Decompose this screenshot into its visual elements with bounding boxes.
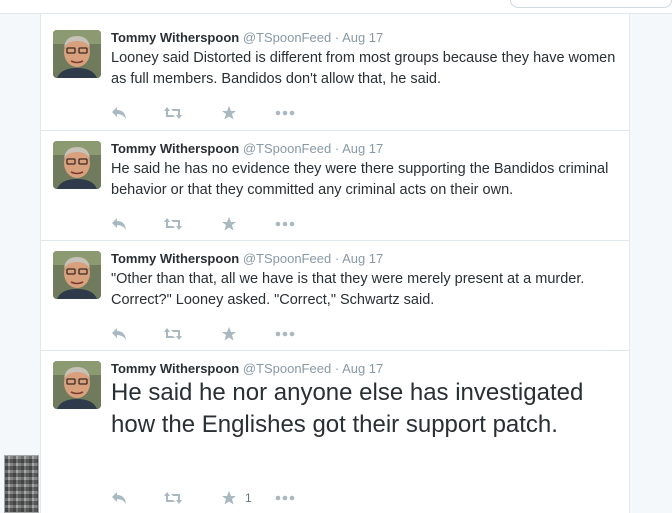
avatar[interactable] [53, 30, 101, 78]
timestamp[interactable]: Aug 17 [342, 361, 383, 376]
tweet-text: He said he has no evidence they were the… [111, 161, 609, 198]
more-button[interactable] [275, 489, 295, 507]
tweet-header: Tommy Witherspoon @TSpoonFeed · Aug 17 [111, 251, 383, 267]
reply-icon [112, 328, 126, 340]
tweet[interactable]: Tommy Witherspoon @TSpoonFeed · Aug 17 L… [41, 20, 629, 131]
favorite-button[interactable] [221, 104, 245, 122]
sidebar-thumbnail[interactable] [4, 455, 39, 513]
tweet[interactable]: Tommy Witherspoon @TSpoonFeed · Aug 17 H… [41, 351, 629, 513]
tweet-text: Looney said Distorted is different from … [111, 50, 616, 87]
author-name[interactable]: Tommy Witherspoon [111, 251, 239, 266]
more-dots-icon [275, 221, 295, 227]
author-name[interactable]: Tommy Witherspoon [111, 141, 239, 156]
author-username[interactable]: @TSpoonFeed [243, 30, 331, 45]
favorite-button[interactable] [221, 215, 245, 233]
reply-icon [112, 492, 126, 504]
retweet-icon [164, 107, 182, 119]
retweet-icon [164, 328, 182, 340]
avatar[interactable] [53, 251, 101, 299]
favorite-button[interactable] [221, 325, 245, 343]
top-bar [0, 0, 672, 14]
star-icon [222, 491, 236, 505]
retweet-button[interactable] [163, 489, 183, 507]
more-button[interactable] [275, 104, 295, 122]
avatar[interactable] [53, 361, 101, 409]
author-name[interactable]: Tommy Witherspoon [111, 361, 239, 376]
tweet-header: Tommy Witherspoon @TSpoonFeed · Aug 17 [111, 361, 383, 377]
more-dots-icon [275, 495, 295, 501]
favorite-button[interactable]: 1 [221, 489, 252, 507]
reply-button[interactable] [111, 325, 127, 343]
reply-icon [112, 218, 126, 230]
avatar-image [53, 30, 101, 78]
avatar-image [53, 361, 101, 409]
tweet-text: He said he nor anyone else has investiga… [111, 379, 584, 438]
avatar-image [53, 141, 101, 189]
separator: · [334, 361, 340, 376]
tweet[interactable]: Tommy Witherspoon @TSpoonFeed · Aug 17 H… [41, 131, 629, 241]
retweet-icon [164, 218, 182, 230]
timestamp[interactable]: Aug 17 [342, 141, 383, 156]
tweet-header: Tommy Witherspoon @TSpoonFeed · Aug 17 [111, 30, 383, 46]
separator: · [334, 30, 340, 45]
star-icon [222, 217, 236, 231]
search-box-edge[interactable] [510, 0, 672, 8]
author-username[interactable]: @TSpoonFeed [243, 141, 331, 156]
author-username[interactable]: @TSpoonFeed [243, 361, 331, 376]
reply-button[interactable] [111, 489, 127, 507]
retweet-button[interactable] [163, 215, 183, 233]
reply-button[interactable] [111, 215, 127, 233]
reply-button[interactable] [111, 104, 127, 122]
timestamp[interactable]: Aug 17 [342, 30, 383, 45]
tweet-header: Tommy Witherspoon @TSpoonFeed · Aug 17 [111, 141, 383, 157]
avatar-image [53, 251, 101, 299]
avatar[interactable] [53, 141, 101, 189]
star-icon [222, 106, 236, 120]
retweet-button[interactable] [163, 104, 183, 122]
tweet-text: "Other than that, all we have is that th… [111, 271, 585, 308]
author-username[interactable]: @TSpoonFeed [243, 251, 331, 266]
separator: · [334, 141, 340, 156]
favorite-count: 1 [245, 491, 252, 505]
retweet-button[interactable] [163, 325, 183, 343]
retweet-icon [164, 492, 182, 504]
more-dots-icon [275, 331, 295, 337]
tweet-stream: Tommy Witherspoon @TSpoonFeed · Aug 17 L… [40, 14, 630, 513]
more-button[interactable] [275, 215, 295, 233]
separator: · [334, 251, 340, 266]
more-dots-icon [275, 110, 295, 116]
author-name[interactable]: Tommy Witherspoon [111, 30, 239, 45]
more-button[interactable] [275, 325, 295, 343]
tweet[interactable]: Tommy Witherspoon @TSpoonFeed · Aug 17 "… [41, 241, 629, 351]
star-icon [222, 327, 236, 341]
timestamp[interactable]: Aug 17 [342, 251, 383, 266]
reply-icon [112, 107, 126, 119]
